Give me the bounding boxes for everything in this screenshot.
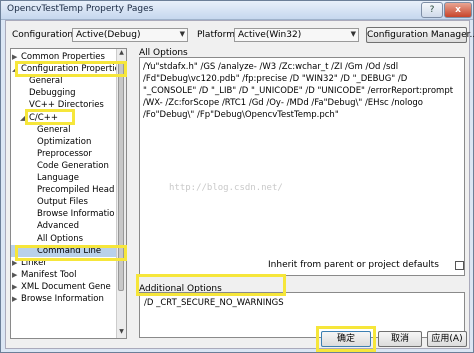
inherit-checkbox[interactable] — [455, 261, 464, 270]
configuration-label: Configuration: — [12, 30, 77, 40]
tree-scrollbar[interactable]: ▲ ▼ — [116, 49, 126, 338]
expand-arrow-icon[interactable]: ▶ — [12, 269, 17, 281]
scroll-down-icon[interactable]: ▼ — [117, 328, 126, 338]
chevron-down-icon: ▼ — [179, 30, 185, 38]
platform-value: Active(Win32) — [238, 30, 302, 40]
configuration-manager-button[interactable]: Configuration Manager... — [366, 27, 474, 43]
tree-item[interactable]: Debugging — [11, 87, 117, 99]
all-options-box[interactable]: /Yu"stdafx.h" /GS /analyze- /W3 /Zc:wcha… — [139, 57, 465, 276]
all-options-text: /Yu"stdafx.h" /GS /analyze- /W3 /Zc:wcha… — [143, 62, 454, 120]
platform-select[interactable]: Active(Win32) ▼ — [234, 28, 359, 42]
tree-item-label: Browse Informatio — [37, 209, 115, 220]
close-button[interactable]: x — [444, 2, 472, 18]
highlight-configuration-properties — [15, 61, 127, 77]
additional-options-value: /D _CRT_SECURE_NO_WARNINGS — [144, 298, 284, 308]
inherit-label: Inherit from parent or project defaults — [268, 260, 439, 270]
property-tree: ▶ Common Properties ◢ Configuration Propert… — [10, 48, 127, 339]
help-button[interactable]: ? — [421, 2, 443, 18]
tree-item-label: Code Generation — [37, 160, 109, 171]
expand-arrow-icon[interactable]: ▶ — [12, 281, 17, 293]
tree-item[interactable]: Optimization — [11, 136, 117, 148]
configuration-value: Active(Debug) — [76, 30, 141, 40]
tree-item-label: Precompiled Head — [37, 185, 115, 196]
highlight-command-line — [15, 245, 127, 261]
tree-item[interactable]: Code Generation — [11, 160, 117, 172]
tree-item-label: Advanced — [37, 221, 79, 232]
highlight-ok — [316, 326, 376, 352]
tree-item-label: Debugging — [29, 88, 76, 99]
watermark: http://blog.csdn.net/ — [169, 183, 283, 193]
tree-item[interactable]: Preprocessor — [11, 148, 117, 160]
tree-item-label: General — [37, 124, 71, 135]
tree-item[interactable]: ▶ Manifest Tool — [11, 269, 117, 281]
tree-item-label: XML Document Gene — [21, 281, 111, 292]
tree-item-label: Manifest Tool — [21, 269, 77, 280]
tree-item-label: All Options — [37, 233, 84, 244]
tree-item[interactable]: Browse Informatio — [11, 208, 117, 220]
tree-item[interactable]: Advanced — [11, 220, 117, 232]
dialog-client: Configuration: Active(Debug) ▼ Platform:… — [5, 20, 474, 352]
expand-arrow-icon[interactable]: ▶ — [12, 293, 17, 305]
chevron-down-icon: ▼ — [350, 30, 356, 38]
scroll-up-icon[interactable]: ▲ — [117, 49, 126, 59]
tree-item-label: Language — [37, 173, 79, 183]
tree-item-label: Output Files — [37, 197, 88, 208]
tree-item[interactable]: Output Files — [11, 196, 117, 208]
tree-item[interactable]: General — [11, 124, 117, 136]
tree-item[interactable]: Language — [11, 172, 117, 184]
tree-item[interactable]: ▶ XML Document Gene — [11, 281, 117, 293]
tree-item-label: Preprocessor — [37, 148, 92, 159]
highlight-additional-options — [136, 274, 286, 296]
tree-item[interactable]: ▶ Browse Information — [11, 293, 117, 305]
cancel-button[interactable]: 取消 — [378, 331, 422, 347]
property-pages-window: OpencvTestTemp Property Pages ? x Config… — [0, 0, 474, 353]
window-title: OpencvTestTemp Property Pages — [7, 4, 154, 14]
platform-label: Platform: — [197, 30, 238, 40]
title-bar: OpencvTestTemp Property Pages ? x — [1, 1, 473, 20]
configuration-select[interactable]: Active(Debug) ▼ — [72, 28, 188, 42]
tree-item[interactable]: Precompiled Head — [11, 184, 117, 196]
tree-item-label: Browse Information — [21, 294, 104, 304]
apply-button[interactable]: 应用(A) — [427, 331, 467, 347]
tree-item[interactable]: All Options — [11, 233, 117, 245]
tree-item-label: Optimization — [37, 136, 92, 147]
highlight-cpp — [25, 109, 75, 125]
